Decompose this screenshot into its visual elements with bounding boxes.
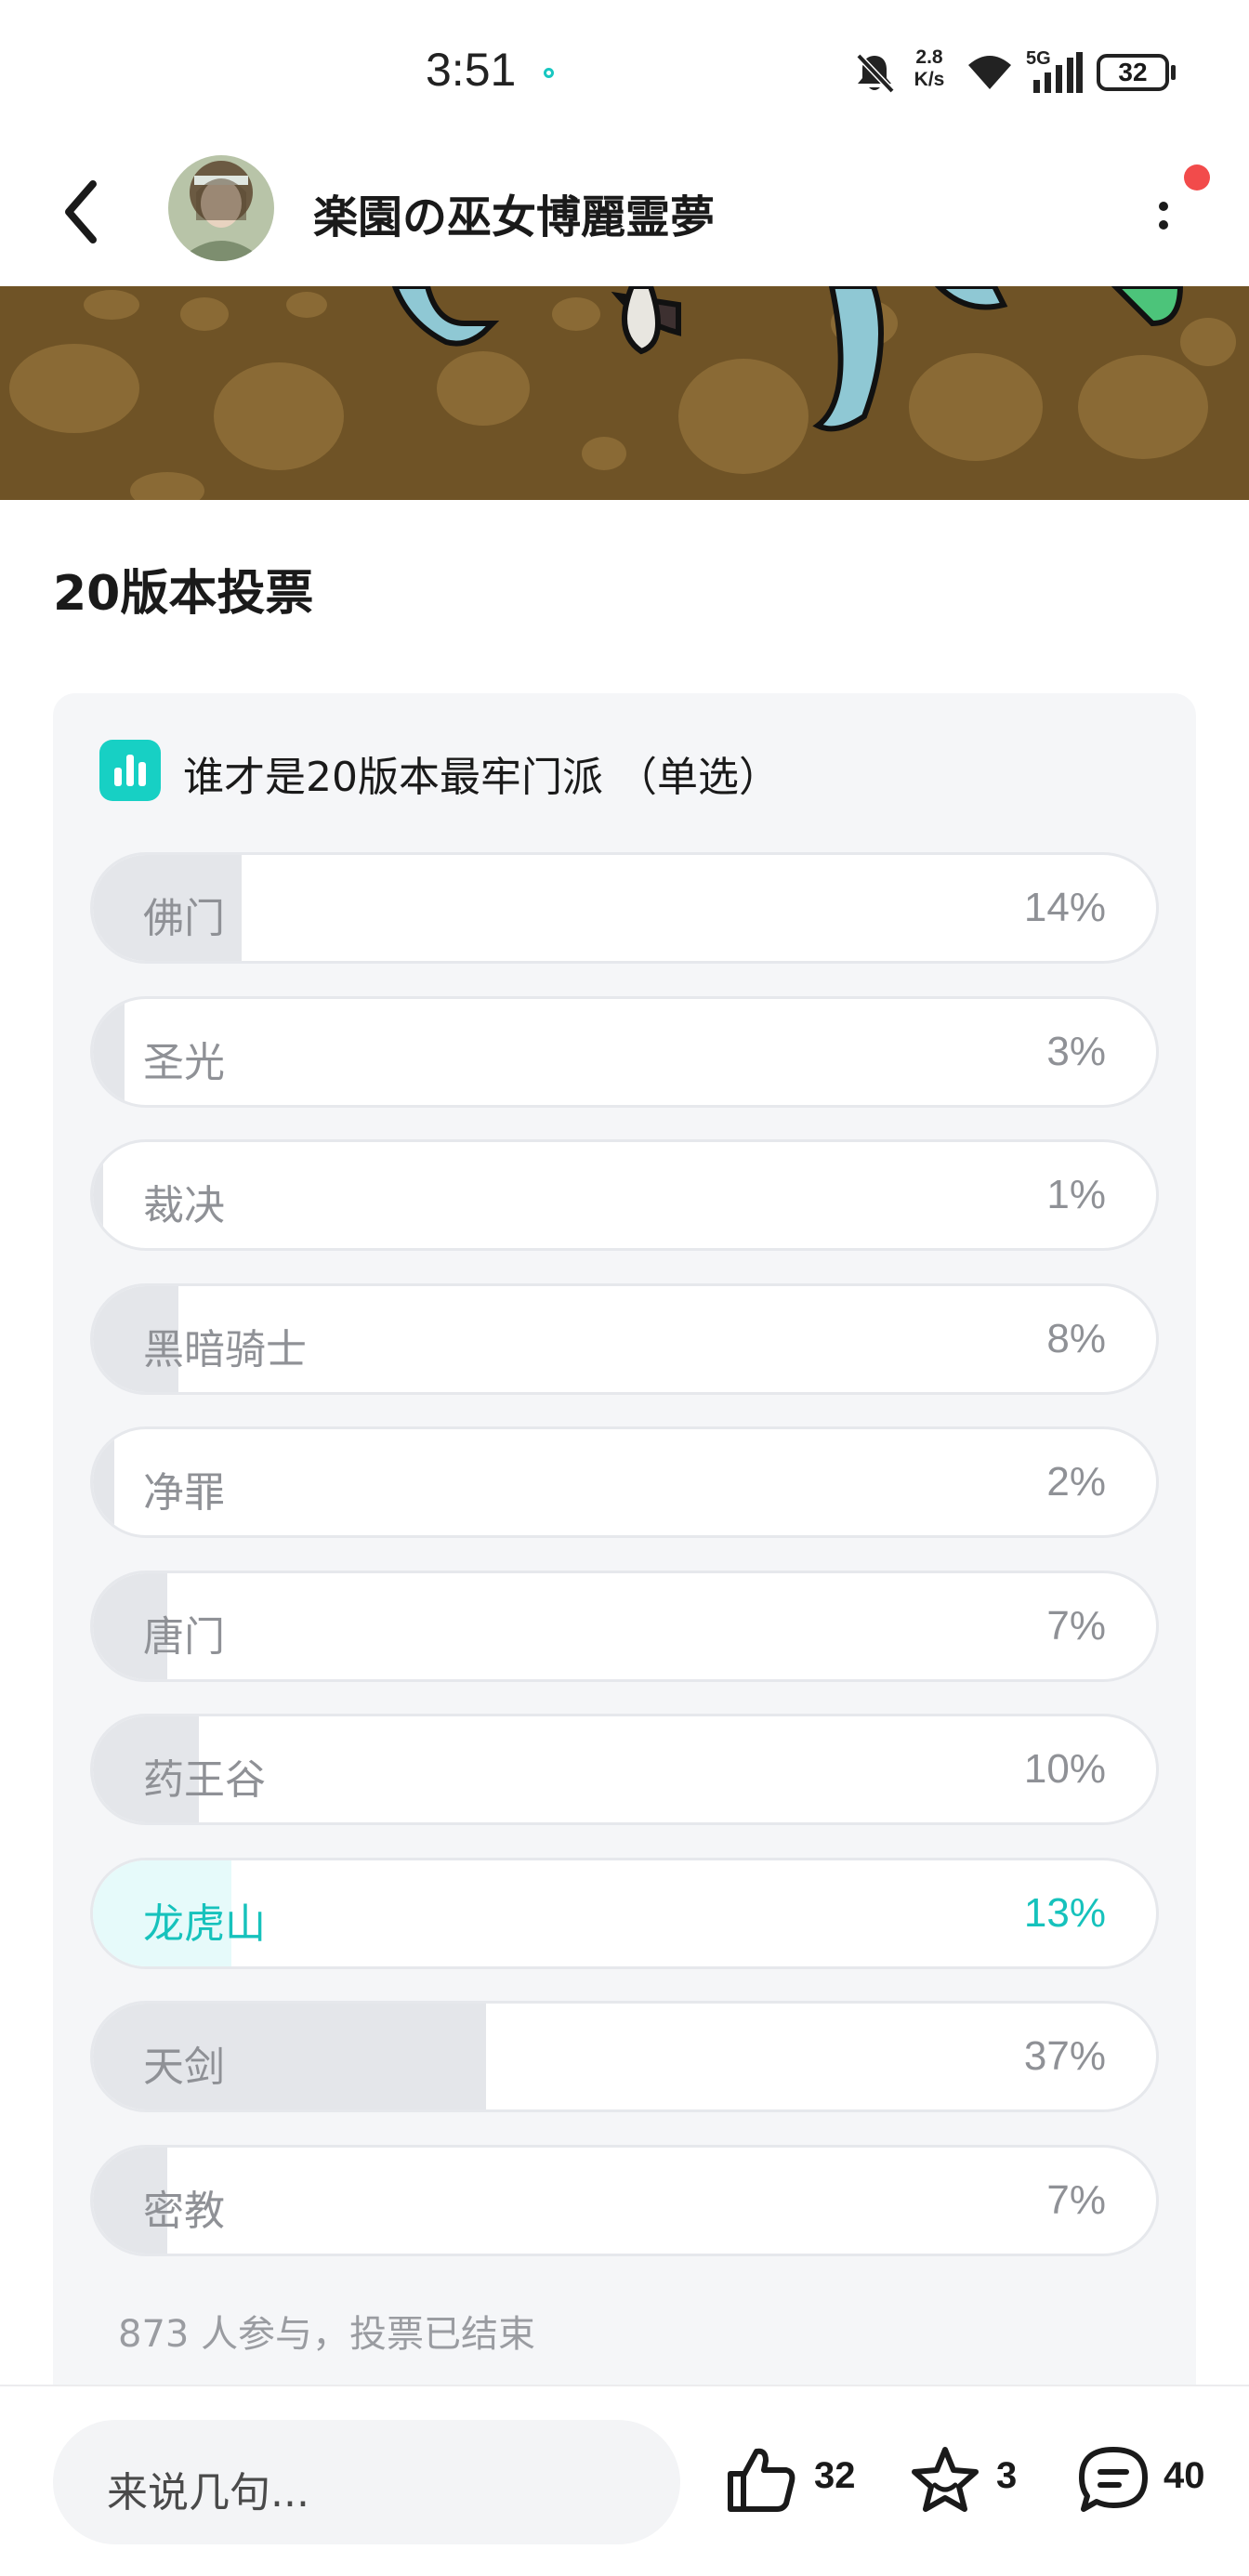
post-header: 楽園の巫女博麗霊夢 bbox=[0, 139, 1249, 286]
poll-option-percent: 14% bbox=[1023, 885, 1106, 930]
bottom-bar: 来说几句... 32 3 40 bbox=[0, 2386, 1249, 2576]
status-indicator-icon bbox=[544, 68, 554, 78]
poll-option-fill bbox=[93, 1142, 104, 1248]
poll-option-percent: 3% bbox=[1046, 1028, 1106, 1074]
battery-icon: 32 bbox=[1097, 54, 1169, 91]
poll-option-percent: 8% bbox=[1046, 1315, 1106, 1361]
poll-option-label: 龙虎山 bbox=[143, 1899, 266, 1948]
status-time: 3:51 bbox=[426, 44, 517, 96]
chevron-left-icon bbox=[65, 180, 97, 243]
poll-option[interactable]: 唐门 7% bbox=[90, 1570, 1159, 1682]
poll-option-percent: 13% bbox=[1023, 1889, 1106, 1936]
poll-option-label: 天剑 bbox=[143, 2044, 225, 2091]
poll-option[interactable]: 净罪 2% bbox=[90, 1426, 1159, 1538]
poll-option-fill bbox=[93, 1429, 114, 1535]
poll-option[interactable]: 龙虎山 13% bbox=[90, 1857, 1159, 1969]
notifications-off-icon bbox=[856, 53, 894, 94]
poll-option-label: 密教 bbox=[143, 2187, 225, 2235]
favorite-count: 3 bbox=[996, 2455, 1018, 2496]
poll-option-percent: 10% bbox=[1023, 1746, 1106, 1792]
network-speed-value: 2.8 bbox=[915, 46, 943, 68]
poll-option[interactable]: 圣光 3% bbox=[90, 995, 1159, 1108]
like-button[interactable]: 32 bbox=[725, 2433, 864, 2526]
poll-footer: 873 人参与，投票已结束 bbox=[118, 2313, 536, 2356]
wifi-icon bbox=[968, 56, 1011, 89]
battery-nub bbox=[1171, 65, 1176, 80]
notification-dot bbox=[1184, 164, 1210, 191]
poll-option[interactable]: 天剑 37% bbox=[90, 2001, 1159, 2112]
poll-option-label: 黑暗骑士 bbox=[143, 1325, 307, 1373]
header-title[interactable]: 楽園の巫女博麗霊夢 bbox=[313, 180, 715, 245]
poll-option-fill bbox=[93, 998, 125, 1105]
comment-button[interactable]: 40 bbox=[1076, 2433, 1216, 2526]
poll-option-percent: 7% bbox=[1046, 2176, 1106, 2223]
back-button[interactable] bbox=[56, 175, 112, 249]
star-icon bbox=[912, 2447, 979, 2512]
poll-option-label: 圣光 bbox=[143, 1038, 225, 1086]
poll-option-percent: 7% bbox=[1046, 1602, 1106, 1649]
thumbs-up-icon bbox=[728, 2448, 795, 2512]
poll-option[interactable]: 密教 7% bbox=[90, 2144, 1159, 2256]
poll-option[interactable]: 佛门 14% bbox=[90, 852, 1159, 964]
poll-option-label: 唐门 bbox=[143, 1612, 225, 1661]
poll-option-label: 裁决 bbox=[143, 1182, 225, 1229]
poll-option[interactable]: 黑暗骑士 8% bbox=[90, 1282, 1159, 1395]
poll-question: 谁才是20版本最牢门派 （单选） bbox=[183, 754, 780, 801]
battery-level: 32 bbox=[1118, 58, 1148, 86]
network-speed: 2.8 K/s bbox=[906, 46, 953, 91]
comment-placeholder: 来说几句... bbox=[107, 2469, 309, 2517]
like-count: 32 bbox=[814, 2455, 856, 2496]
avatar[interactable] bbox=[168, 155, 274, 261]
poll-option-label: 净罪 bbox=[143, 1469, 225, 1517]
bar-chart-icon bbox=[99, 740, 161, 801]
favorite-button[interactable]: 3 bbox=[909, 2433, 1020, 2526]
poll-option[interactable]: 裁决 1% bbox=[90, 1139, 1159, 1251]
network-speed-unit: K/s bbox=[914, 69, 945, 90]
poll-option[interactable]: 药王谷 10% bbox=[90, 1714, 1159, 1825]
poll-option-percent: 37% bbox=[1023, 2033, 1106, 2079]
poll-option-label: 佛门 bbox=[143, 895, 225, 942]
comment-input[interactable]: 来说几句... bbox=[53, 2420, 680, 2544]
poll-card: 谁才是20版本最牢门派 （单选） 佛门 14% 圣光 3% 裁决 1% 黑暗骑士 8% 净罪 2%… bbox=[53, 693, 1196, 2385]
signal-icon bbox=[1033, 52, 1083, 93]
post-banner-image[interactable] bbox=[0, 286, 1249, 500]
poll-option-percent: 2% bbox=[1046, 1459, 1106, 1505]
comment-icon bbox=[1079, 2447, 1148, 2512]
post-title: 20版本投票 bbox=[53, 566, 314, 622]
poll-option-percent: 1% bbox=[1046, 1172, 1106, 1217]
status-bar: 3:51 2.8 K/s 5G 32 bbox=[0, 0, 1249, 139]
poll-option-label: 药王谷 bbox=[143, 1756, 266, 1804]
comment-count: 40 bbox=[1164, 2455, 1205, 2496]
